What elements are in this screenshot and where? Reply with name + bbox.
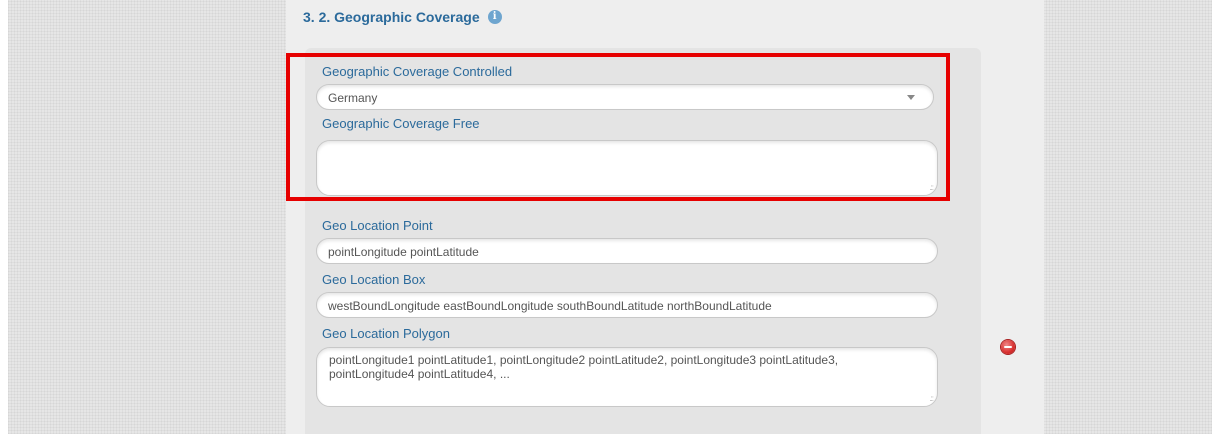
geo-box-placeholder: westBoundLongitude eastBoundLongitude so… [328, 299, 772, 313]
coverage-free-textarea[interactable]: .:: [316, 140, 938, 196]
geo-polygon-placeholder: pointLongitude1 pointLatitude1, pointLon… [329, 353, 839, 381]
remove-icon[interactable] [1001, 340, 1015, 354]
coverage-controlled-label: Geographic Coverage Controlled [322, 64, 513, 79]
geo-point-input[interactable]: pointLongitude pointLatitude [316, 238, 938, 264]
geo-point-placeholder: pointLongitude pointLatitude [328, 245, 479, 259]
chevron-down-icon[interactable] [907, 95, 915, 100]
coverage-controlled-select[interactable]: Germany [316, 84, 934, 110]
section-title-text: 3. 2. Geographic Coverage [303, 9, 480, 25]
section-title: 3. 2. Geographic Coverage i [303, 9, 502, 25]
geo-point-label: Geo Location Point [322, 218, 433, 233]
coverage-free-label: Geographic Coverage Free [322, 116, 480, 131]
geo-box-input[interactable]: westBoundLongitude eastBoundLongitude so… [316, 292, 938, 318]
coverage-controlled-selected-value: Germany [328, 91, 378, 105]
resize-grip-icon[interactable]: .:: [929, 395, 934, 403]
geo-polygon-textarea[interactable]: pointLongitude1 pointLatitude1, pointLon… [316, 347, 938, 407]
resize-grip-icon[interactable]: .:: [929, 184, 934, 192]
geo-box-label: Geo Location Box [322, 272, 426, 287]
geo-polygon-label: Geo Location Polygon [322, 326, 450, 341]
info-icon[interactable]: i [487, 10, 502, 24]
minus-icon [1004, 346, 1012, 348]
